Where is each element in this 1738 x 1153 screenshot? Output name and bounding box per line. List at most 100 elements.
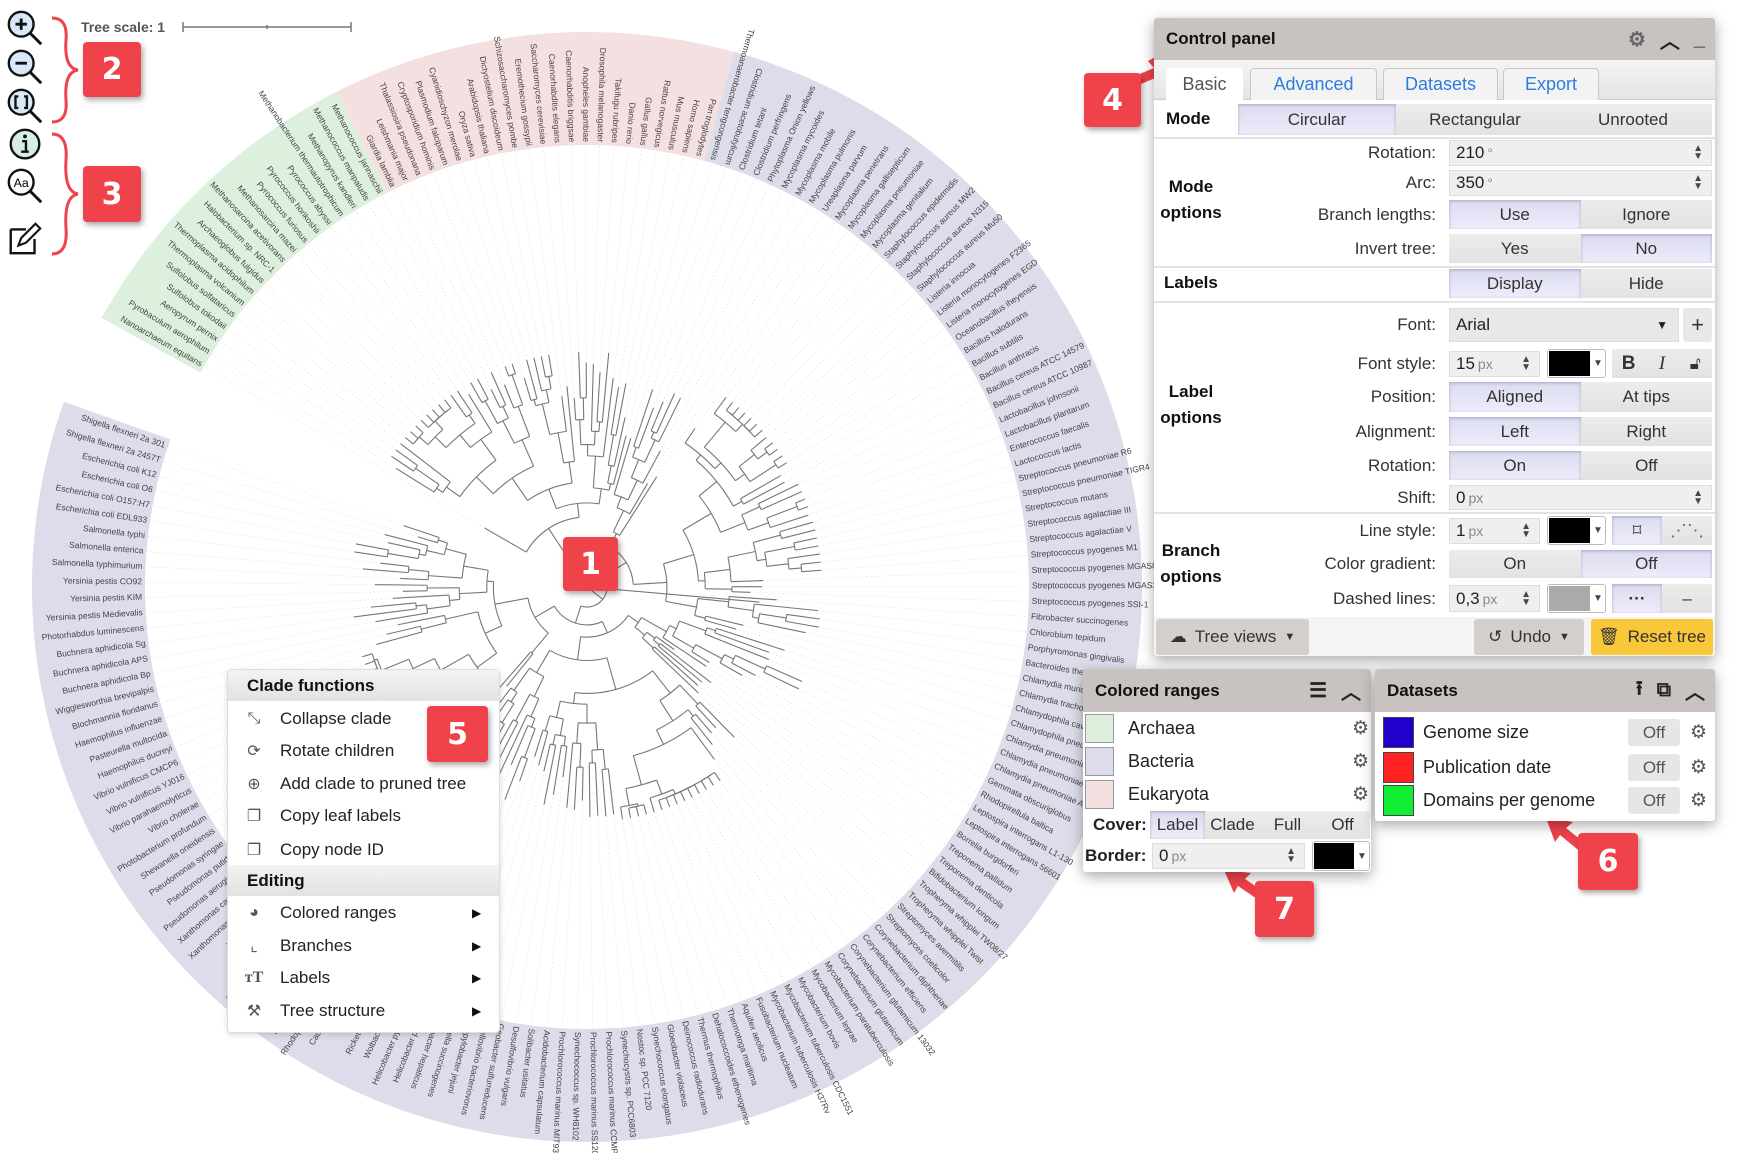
alignment-left-button[interactable]: Left bbox=[1449, 417, 1581, 446]
branch-lengths-ignore-button[interactable]: Ignore bbox=[1580, 200, 1712, 229]
fit-to-screen-icon[interactable] bbox=[4, 86, 46, 126]
gear-icon[interactable]: ⚙ bbox=[1352, 750, 1369, 773]
menu-item-add-clade[interactable]: ⊕ Add clade to pruned tree bbox=[228, 768, 499, 800]
invert-no-button[interactable]: No bbox=[1580, 234, 1712, 263]
range-color-swatch[interactable] bbox=[1085, 779, 1114, 809]
diagonal-branches-icon[interactable]: ⋰⋱ bbox=[1662, 516, 1712, 545]
dataset-toggle[interactable]: Off bbox=[1628, 719, 1680, 746]
position-at-tips-button[interactable]: At tips bbox=[1580, 382, 1712, 412]
line-width-input[interactable]: 1 px ▲ ▼ bbox=[1449, 518, 1540, 544]
settings-gear-icon[interactable]: ⚙ bbox=[1628, 27, 1646, 52]
branch-lengths-use-button[interactable]: Use bbox=[1449, 200, 1581, 229]
gradient-off-button[interactable]: Off bbox=[1580, 550, 1712, 578]
gradient-on-button[interactable]: On bbox=[1449, 550, 1581, 578]
dotted-style-button[interactable]: ··· bbox=[1612, 584, 1662, 613]
invert-yes-button[interactable]: Yes bbox=[1449, 234, 1581, 263]
list-icon[interactable]: ☰ bbox=[1309, 678, 1327, 703]
undo-button[interactable]: ↺ Undo ▼ bbox=[1474, 619, 1584, 655]
tab-export[interactable]: Export bbox=[1503, 68, 1599, 100]
tab-advanced[interactable]: Advanced bbox=[1250, 68, 1377, 100]
font-size-input[interactable]: 15 px ▲ ▼ bbox=[1449, 351, 1540, 377]
spinner-icon[interactable]: ▲ ▼ bbox=[1521, 522, 1531, 540]
menu-item-branches[interactable]: ⌞ Branches ▶ bbox=[228, 930, 499, 962]
range-color-swatch[interactable] bbox=[1085, 746, 1114, 776]
italic-button[interactable]: I bbox=[1645, 349, 1679, 378]
zoom-out-icon[interactable] bbox=[4, 47, 46, 87]
lock-icon[interactable]: 🔓︎ bbox=[1678, 349, 1712, 378]
spinner-icon[interactable]: ▲ ▼ bbox=[1693, 144, 1703, 162]
branch bbox=[538, 729, 544, 742]
colored-ranges-header[interactable]: Colored ranges ☰ ︿ bbox=[1083, 669, 1371, 712]
cover-full-button[interactable]: Full bbox=[1260, 811, 1315, 839]
collapse-chevron-icon[interactable]: ︿ bbox=[1660, 25, 1680, 54]
cover-clade-button[interactable]: Clade bbox=[1205, 811, 1260, 839]
spinner-icon[interactable]: ▲ ▼ bbox=[1521, 589, 1531, 607]
solid-style-button[interactable]: – bbox=[1662, 584, 1712, 613]
cover-label-button[interactable]: Label bbox=[1150, 811, 1205, 839]
zoom-in-icon[interactable] bbox=[4, 8, 46, 48]
position-aligned-button[interactable]: Aligned bbox=[1449, 382, 1581, 412]
minimize-icon[interactable]: _ bbox=[1694, 28, 1705, 51]
label-rotation-off-button[interactable]: Off bbox=[1580, 451, 1712, 480]
collapse-chevron-icon[interactable]: ︿ bbox=[1341, 676, 1361, 705]
label-search-icon[interactable]: Aa bbox=[4, 166, 46, 206]
labels-display-button[interactable]: Display bbox=[1449, 269, 1581, 298]
reset-tree-button[interactable]: 🗑︎ Reset tree bbox=[1591, 619, 1713, 655]
add-font-button[interactable]: + bbox=[1683, 308, 1712, 342]
add-layer-icon[interactable]: ⧉ bbox=[1657, 679, 1671, 702]
gear-icon[interactable]: ⚙ bbox=[1352, 717, 1369, 740]
range-color-swatch[interactable] bbox=[1085, 713, 1114, 743]
mode-rectangular-button[interactable]: Rectangular bbox=[1396, 104, 1554, 135]
rotation-input[interactable]: 210 ° ▲ ▼ bbox=[1449, 140, 1712, 166]
dash-color-picker[interactable]: ▼ bbox=[1547, 584, 1606, 613]
tree-views-button[interactable]: ☁ Tree views ▼ bbox=[1156, 619, 1309, 655]
spinner-icon[interactable]: ▲ ▼ bbox=[1286, 847, 1296, 865]
info-icon[interactable] bbox=[4, 125, 46, 165]
dataset-toggle[interactable]: Off bbox=[1628, 787, 1680, 814]
gear-icon[interactable]: ⚙ bbox=[1690, 756, 1707, 779]
tab-datasets[interactable]: Datasets bbox=[1383, 68, 1498, 100]
labels-hide-button[interactable]: Hide bbox=[1580, 269, 1712, 298]
menu-item-labels[interactable]: ᴛT Labels ▶ bbox=[228, 962, 499, 994]
border-width-input[interactable]: 0 px ▲ ▼ bbox=[1152, 843, 1305, 869]
branch bbox=[578, 372, 581, 398]
spinner-icon[interactable]: ▲ ▼ bbox=[1521, 355, 1531, 373]
dataset-item[interactable]: Publication date Off ⚙ bbox=[1375, 752, 1715, 783]
menu-item-copy-leaf-labels[interactable]: ❐ Copy leaf labels bbox=[228, 800, 499, 832]
mode-unrooted-button[interactable]: Unrooted bbox=[1554, 104, 1712, 135]
square-branches-icon[interactable]: ⌑ bbox=[1612, 516, 1662, 545]
dataset-item[interactable]: Domains per genome Off ⚙ bbox=[1375, 785, 1715, 816]
branch-color-picker[interactable]: ▼ bbox=[1547, 516, 1606, 545]
shift-input[interactable]: 0 px ▲ ▼ bbox=[1449, 485, 1712, 510]
font-select[interactable]: Arial ▼ bbox=[1449, 308, 1679, 342]
gear-icon[interactable]: ⚙ bbox=[1352, 783, 1369, 806]
menu-item-tree-structure[interactable]: ⚒ Tree structure ▶ bbox=[228, 995, 499, 1027]
menu-section-editing: Editing bbox=[228, 865, 499, 896]
spinner-icon[interactable]: ▲ ▼ bbox=[1693, 488, 1703, 506]
mode-circular-button[interactable]: Circular bbox=[1238, 104, 1396, 135]
border-color-picker[interactable]: ▼ bbox=[1312, 841, 1370, 871]
datasets-header[interactable]: Datasets ⭱ ⧉ ︿ bbox=[1375, 669, 1715, 712]
range-item-archaea[interactable]: Archaea ⚙ bbox=[1083, 713, 1371, 743]
menu-item-copy-node-id[interactable]: ❐ Copy node ID bbox=[228, 834, 499, 866]
dataset-toggle[interactable]: Off bbox=[1628, 754, 1680, 781]
label-rotation-on-button[interactable]: On bbox=[1449, 451, 1581, 480]
range-item-eukaryota[interactable]: Eukaryota ⚙ bbox=[1083, 779, 1371, 809]
dash-width-input[interactable]: 0,3 px ▲ ▼ bbox=[1449, 585, 1540, 612]
tab-basic[interactable]: Basic bbox=[1166, 68, 1243, 100]
gear-icon[interactable]: ⚙ bbox=[1690, 721, 1707, 744]
alignment-right-button[interactable]: Right bbox=[1580, 417, 1712, 446]
dataset-item[interactable]: Genome size Off ⚙ bbox=[1375, 717, 1715, 748]
cover-off-button[interactable]: Off bbox=[1315, 811, 1370, 839]
label-color-picker[interactable]: ▼ bbox=[1547, 349, 1606, 378]
control-panel-header[interactable]: Control panel ⚙ ︿ _ bbox=[1154, 18, 1715, 60]
bold-button[interactable]: B bbox=[1612, 349, 1646, 378]
edit-icon[interactable] bbox=[4, 218, 46, 258]
arc-input[interactable]: 350 ° ▲ ▼ bbox=[1449, 170, 1712, 196]
menu-item-colored-ranges[interactable]: ◕ Colored ranges ▶ bbox=[228, 897, 499, 929]
gear-icon[interactable]: ⚙ bbox=[1690, 789, 1707, 812]
range-item-bacteria[interactable]: Bacteria ⚙ bbox=[1083, 746, 1371, 776]
spinner-icon[interactable]: ▲ ▼ bbox=[1693, 174, 1703, 192]
upload-icon[interactable]: ⭱ bbox=[1636, 674, 1643, 708]
collapse-chevron-icon[interactable]: ︿ bbox=[1685, 676, 1705, 705]
